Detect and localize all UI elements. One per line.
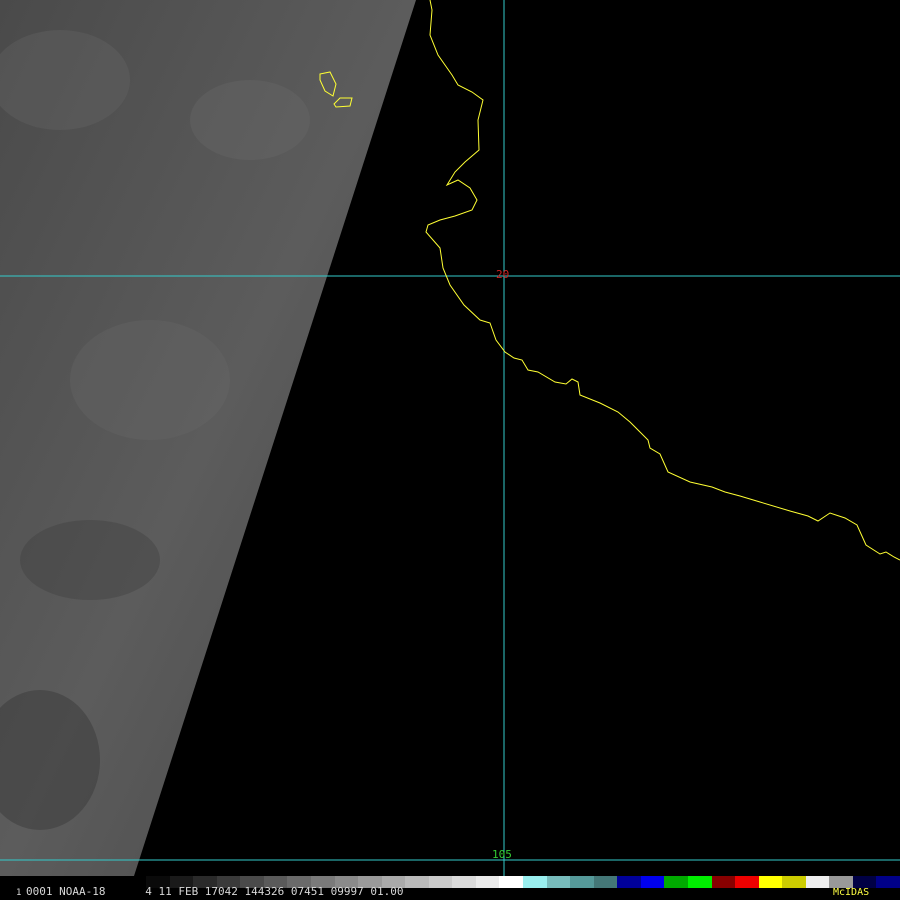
color-legend-swatch bbox=[687, 876, 712, 888]
imagery-texture bbox=[190, 80, 310, 160]
color-legend-swatch bbox=[499, 876, 523, 888]
color-legend-swatch bbox=[405, 876, 429, 888]
color-legend-swatch bbox=[735, 876, 759, 888]
color-legend-swatch bbox=[546, 876, 571, 888]
color-legend-swatch bbox=[452, 876, 476, 888]
longitude-label: 105 bbox=[492, 848, 512, 861]
color-legend-swatch bbox=[876, 876, 900, 888]
color-legend-swatch bbox=[617, 876, 641, 888]
color-legend-swatch bbox=[570, 876, 594, 888]
image-status-text: 0001 NOAA-18 4 11 FEB 17042 144326 07451… bbox=[26, 885, 404, 898]
color-legend-swatch bbox=[593, 876, 618, 888]
color-legend-swatch bbox=[758, 876, 783, 888]
color-legend-swatch bbox=[428, 876, 453, 888]
satellite-map bbox=[0, 0, 900, 900]
frame-number-prefix: 1 bbox=[16, 888, 22, 898]
latitude-label: 20 bbox=[496, 268, 510, 281]
color-legend-swatch bbox=[711, 876, 736, 888]
color-legend-swatch bbox=[475, 876, 500, 888]
color-legend-swatch bbox=[664, 876, 688, 888]
imagery-texture bbox=[20, 520, 160, 600]
color-legend-swatch bbox=[782, 876, 806, 888]
mcidas-brand-label: McIDAS bbox=[833, 887, 870, 898]
color-legend-swatch bbox=[805, 876, 830, 888]
color-legend-swatch bbox=[640, 876, 665, 888]
color-legend-swatch bbox=[523, 876, 547, 888]
imagery-texture bbox=[70, 320, 230, 440]
